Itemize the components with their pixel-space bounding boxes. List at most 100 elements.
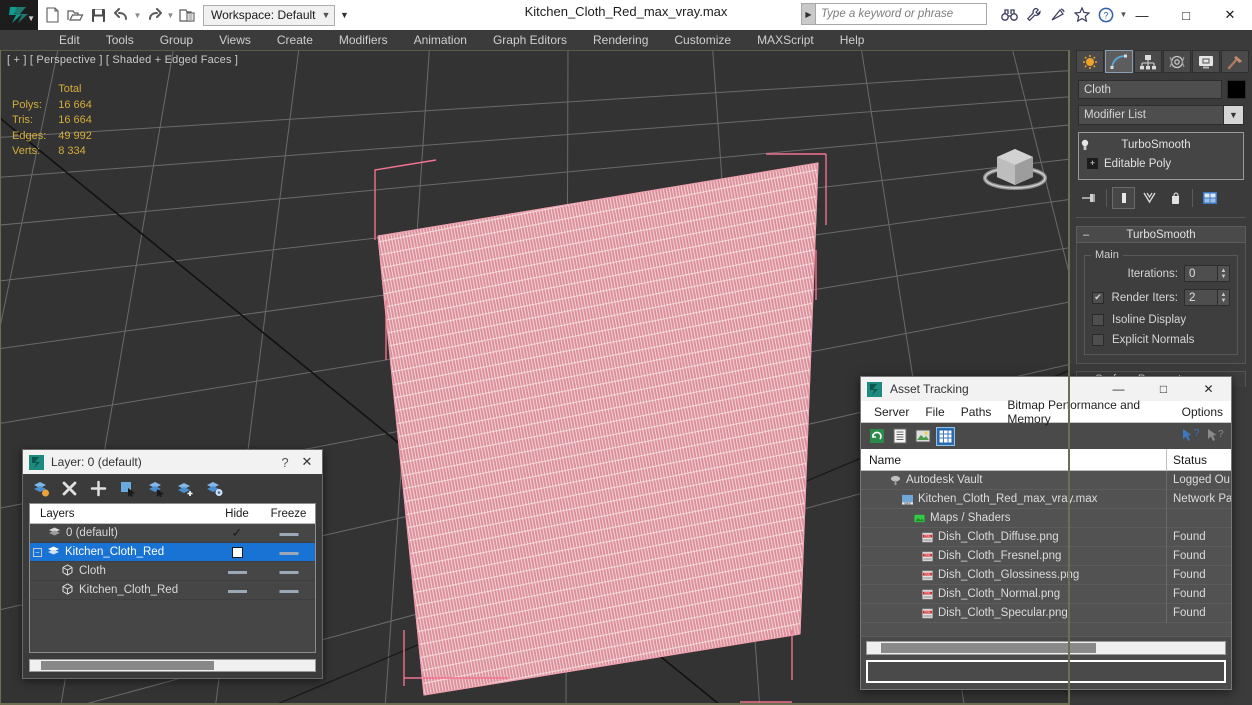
close-button[interactable]: ✕ (1208, 0, 1252, 30)
menu-item-help[interactable]: Help (827, 30, 878, 50)
menu-item-animation[interactable]: Animation (401, 30, 480, 50)
help-pointer-icon[interactable]: ? (1181, 427, 1200, 446)
hierarchy-tab[interactable] (1134, 50, 1162, 73)
layer-row-default[interactable]: 0 (default) ✓ ▬▬ (30, 524, 315, 543)
binoculars-icon[interactable] (999, 4, 1020, 25)
layer-freeze-dash-icon[interactable]: ▬▬ (280, 528, 299, 539)
asset-scrollbar-thumb[interactable] (881, 643, 1096, 653)
open-file-icon[interactable] (64, 3, 86, 27)
menu-item-create[interactable]: Create (264, 30, 326, 50)
select-highlighted-objects-icon[interactable] (147, 479, 166, 498)
satellite-dish-icon[interactable] (1047, 4, 1068, 25)
layer-horizontal-scrollbar[interactable] (29, 659, 316, 672)
menu-item-group[interactable]: Group (147, 30, 206, 50)
layer-scrollbar-thumb[interactable] (41, 661, 214, 670)
menu-item-maxscript[interactable]: MAXScript (744, 30, 827, 50)
minimize-button[interactable]: — (1120, 0, 1164, 30)
isoline-display-checkbox[interactable] (1092, 314, 1104, 326)
redo-dropdown-caret-icon[interactable]: ▼ (166, 11, 175, 20)
plus-box-icon[interactable]: + (1087, 158, 1098, 169)
object-hide-dash-icon-2[interactable]: ▬▬ (228, 585, 247, 596)
layer-dialog-close-button[interactable]: ✕ (296, 454, 318, 470)
modifier-list-caret-icon[interactable]: ▼ (1224, 105, 1244, 125)
configure-modifier-sets-icon[interactable] (1198, 187, 1221, 209)
set-project-folder-icon[interactable] (176, 3, 198, 27)
asset-row-max-file[interactable]: MAX Kitchen_Cloth_Red_max_vray.max Netwo… (861, 489, 1231, 509)
asset-menu-options[interactable]: Options (1174, 405, 1231, 419)
add-layer-icon[interactable] (89, 479, 108, 498)
layer-freeze-dash-icon-2[interactable]: ▬▬ (280, 547, 299, 558)
add-selected-to-layer-icon[interactable] (176, 479, 195, 498)
menu-item-customize[interactable]: Customize (661, 30, 744, 50)
iterations-spinner-arrows-icon[interactable]: ▲ ▼ (1218, 265, 1230, 282)
layer-dialog[interactable]: Layer: 0 (default) ? ✕ Layers Hide Freez… (22, 449, 323, 679)
asset-row-normal[interactable]: PNG Dish_Cloth_Normal.png Found (861, 584, 1231, 604)
layer-row-kitchen-cloth-red[interactable]: – Kitchen_Cloth_Red ▬▬ (30, 543, 315, 562)
undo-dropdown-caret-icon[interactable]: ▼ (133, 11, 142, 20)
layer-hide-check-icon[interactable]: ✓ (232, 525, 243, 541)
redo-icon[interactable] (143, 3, 165, 27)
view-cube[interactable] (975, 135, 1055, 200)
workspace-selector[interactable]: Workspace: Default ▼ (203, 4, 336, 26)
asset-row-specular[interactable]: PNG Dish_Cloth_Specular.png Found (861, 603, 1231, 623)
expand-toggle-icon[interactable]: – (33, 547, 42, 557)
new-layer-icon[interactable] (31, 479, 50, 498)
menu-item-edit[interactable]: Edit (46, 30, 93, 50)
layer-list[interactable]: Layers Hide Freeze 0 (default) ✓ ▬▬ – Ki… (29, 503, 316, 653)
modifier-list-dropdown[interactable]: Modifier List (1078, 105, 1224, 125)
render-iters-checkbox[interactable]: ✔ (1092, 291, 1104, 304)
refresh-icon[interactable] (867, 427, 886, 446)
layer-hide-checkbox[interactable] (231, 546, 243, 558)
search-input[interactable]: Type a keyword or phrase (815, 3, 987, 25)
modifier-stack-item-turbosmooth[interactable]: TurboSmooth (1079, 135, 1243, 154)
star-icon[interactable] (1071, 4, 1092, 25)
asset-row-autodesk-vault[interactable]: Autodesk Vault Logged Ou (861, 470, 1231, 490)
set-layer-properties-icon[interactable] (205, 479, 224, 498)
help-question-icon[interactable]: ? (1206, 427, 1225, 446)
show-end-result-icon[interactable] (1112, 187, 1135, 209)
help-circle-icon[interactable]: ? (1095, 4, 1116, 25)
asset-row-maps-shaders[interactable]: Maps / Shaders (861, 508, 1231, 528)
make-unique-icon[interactable] (1138, 187, 1161, 209)
asset-menu-file[interactable]: File (917, 405, 952, 419)
display-tab[interactable] (1192, 50, 1220, 73)
menu-item-tools[interactable]: Tools (93, 30, 147, 50)
save-file-icon[interactable] (87, 3, 109, 27)
menu-item-modifiers[interactable]: Modifiers (326, 30, 401, 50)
isoline-display-row[interactable]: Isoline Display (1092, 314, 1230, 326)
asset-menu-paths[interactable]: Paths (953, 405, 1000, 419)
render-iters-spinner[interactable]: 2 ▲ ▼ (1184, 289, 1230, 306)
menu-item-graph-editors[interactable]: Graph Editors (480, 30, 580, 50)
layer-row-kitchen-cloth-red-object[interactable]: Kitchen_Cloth_Red ▬▬ ▬▬ (30, 581, 315, 600)
utilities-tab[interactable] (1221, 50, 1249, 73)
create-tab[interactable] (1076, 50, 1104, 73)
render-iters-spinner-arrows-icon[interactable]: ▲ ▼ (1218, 289, 1230, 306)
object-hide-dash-icon[interactable]: ▬▬ (228, 566, 247, 577)
object-name-field[interactable]: Cloth (1078, 80, 1222, 99)
select-objects-in-layer-icon[interactable] (118, 479, 137, 498)
object-color-swatch[interactable] (1227, 80, 1246, 99)
render-iters-value[interactable]: 2 (1184, 289, 1218, 306)
asset-menu-bitmap-performance[interactable]: Bitmap Performance and Memory (999, 398, 1173, 426)
layer-row-cloth-object[interactable]: Cloth ▬▬ ▬▬ (30, 562, 315, 581)
undo-icon[interactable] (110, 3, 132, 27)
asset-menu-server[interactable]: Server (866, 405, 917, 419)
motion-tab[interactable] (1163, 50, 1191, 73)
application-menu-button[interactable]: ▼ (0, 0, 38, 30)
asset-tracking-dialog[interactable]: Asset Tracking — □ ✕ Server File Paths B… (860, 376, 1232, 690)
asset-row-fresnel[interactable]: PNG Dish_Cloth_Fresnel.png Found (861, 546, 1231, 566)
list-view-icon[interactable] (890, 427, 909, 446)
iterations-spinner[interactable]: 0 ▲ ▼ (1184, 265, 1230, 282)
wrench-icon[interactable] (1023, 4, 1044, 25)
object-freeze-dash-icon[interactable]: ▬▬ (280, 566, 299, 577)
asset-horizontal-scrollbar[interactable] (866, 641, 1226, 655)
search-dropdown-icon[interactable]: ▶ (801, 3, 815, 25)
viewport-label[interactable]: [ + ] [ Perspective ] [ Shaded + Edged F… (7, 54, 238, 66)
grid-view-icon[interactable] (936, 426, 955, 446)
thumbnail-view-icon[interactable] (913, 427, 932, 446)
asset-list-rows[interactable]: Autodesk Vault Logged Ou MAX Kitchen_Clo… (861, 470, 1231, 637)
menu-item-views[interactable]: Views (206, 30, 264, 50)
menu-item-rendering[interactable]: Rendering (580, 30, 661, 50)
modifier-stack-item-editable-poly[interactable]: + Editable Poly (1079, 154, 1243, 173)
object-freeze-dash-icon-2[interactable]: ▬▬ (280, 585, 299, 596)
